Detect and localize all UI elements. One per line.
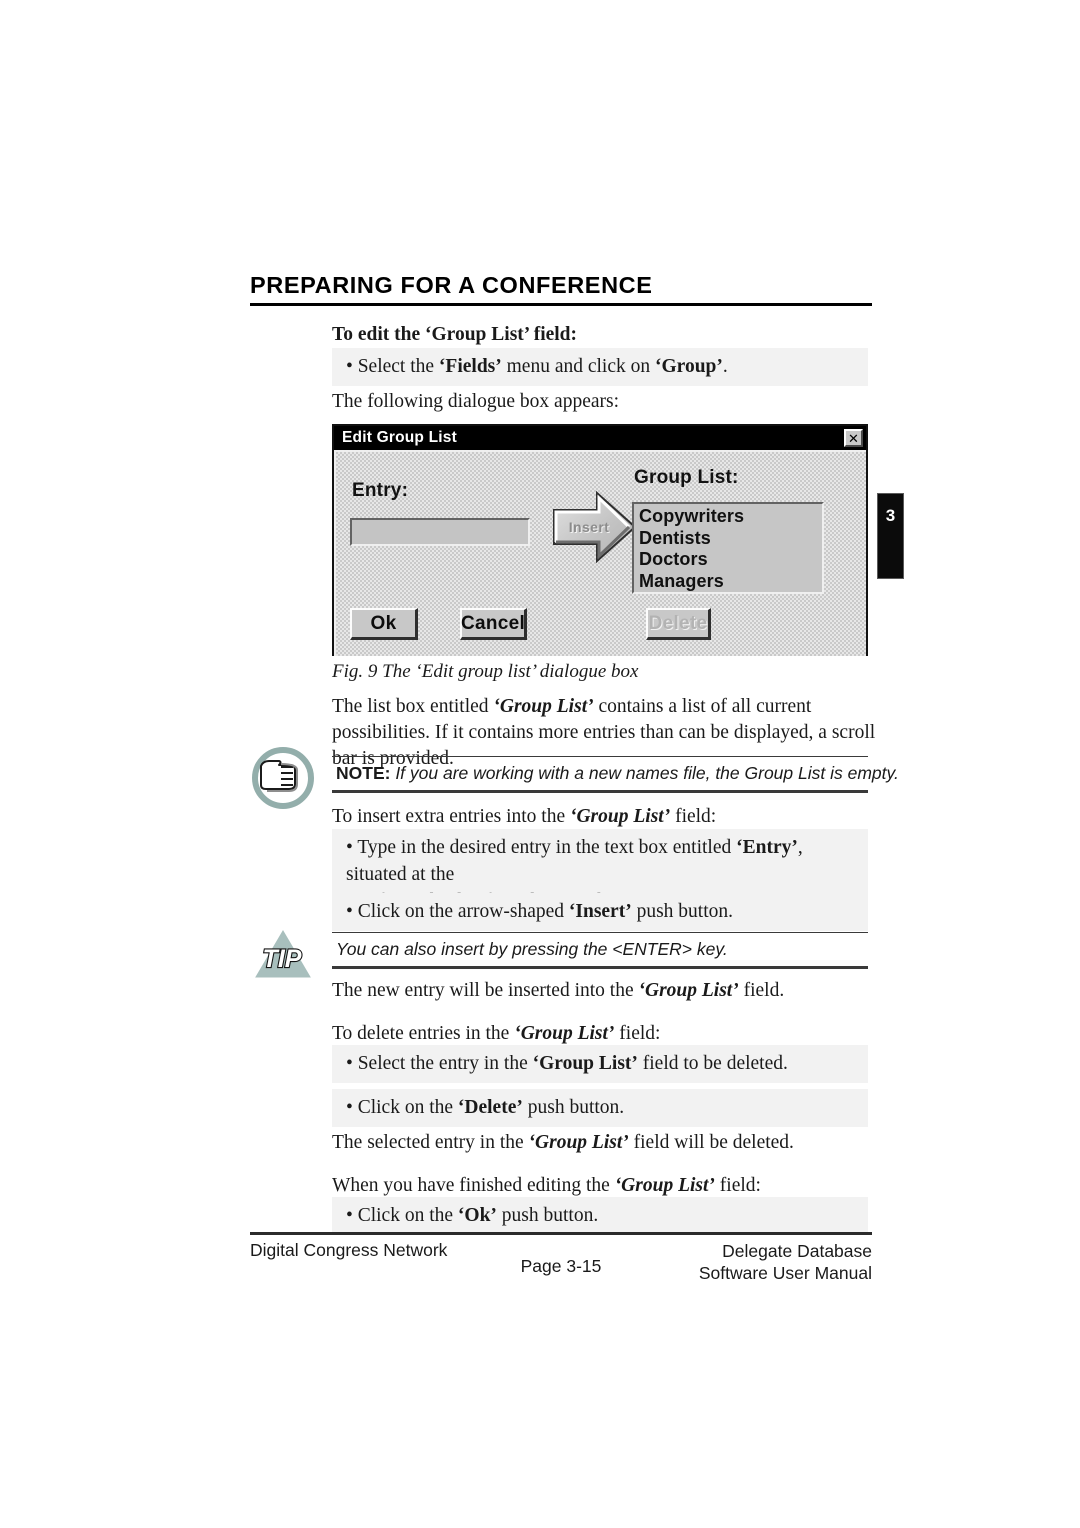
bullet-click-delete-pre: • Click on the [346,1097,458,1118]
entry-label: Entry: [352,480,409,501]
dialog-body: Entry: Insert Group List: Copywriters De… [334,450,866,656]
dialog-titlebar: Edit Group List ✕ [334,426,866,450]
lead-delete-em: ‘Group List’ [514,1023,615,1044]
footer-right: Delegate Database Software User Manual [699,1240,872,1284]
bullet-select-fields: • Select the ‘Fields’ menu and click on … [332,348,868,386]
bullet-click-ok: • Click on the ‘Ok’ push button. [332,1197,868,1235]
tip-triangle-icon: TIP [252,927,314,983]
bullet-click-ok-em: ‘Ok’ [457,1205,497,1226]
delete-button: Delete [646,608,711,640]
lead-insert-post: field: [670,806,717,827]
tip-text: You can also insert by pressing the <ENT… [336,939,728,959]
page-title: PREPARING FOR A CONFERENCE [250,272,653,298]
bullet-select-fields-mid: menu and click on [501,356,655,377]
bullet-select-fields-em2: ‘Group’ [655,356,723,377]
tip-callout: You can also insert by pressing the <ENT… [332,932,868,969]
edit-group-list-dialog: Edit Group List ✕ Entry: Insert Group Li… [332,424,868,656]
bullet-select-fields-post: . [722,356,728,377]
bullet-click-insert-em: ‘Insert’ [568,901,632,922]
new-entry-em: ‘Group List’ [638,980,739,1001]
deleted-post: field will be deleted. [628,1132,794,1153]
listbox-paragraph-pre: The list box entitled [332,696,494,717]
lead-delete-pre: To delete entries in the [332,1023,515,1044]
lead-insert-pre: To insert extra entries into the [332,806,570,827]
list-item[interactable]: Copywriters [639,506,822,528]
note-text: If you are working with a new names file… [390,763,899,783]
insert-button[interactable]: Insert [550,490,638,564]
deleted-pre: The selected entry in the [332,1132,529,1153]
bullet-select-entry: • Select the entry in the ‘Group List’ f… [332,1045,868,1083]
finished-post: field: [714,1175,761,1196]
note-callout: NOTE: If you are working with a new name… [332,756,899,793]
following-dialogue-text: The following dialogue box appears: [332,391,620,412]
footer-right-line2: Software User Manual [698,1263,872,1283]
insert-button-label: Insert [568,519,610,535]
lead-finished-editing: When you have finished editing the ‘Grou… [332,1173,877,1199]
finished-em: ‘Group List’ [614,1175,715,1196]
deleted-em: ‘Group List’ [528,1132,629,1153]
bullet-select-fields-pre: • Select the [346,356,439,377]
chapter-number: 3 [885,506,896,525]
lead-insert-entries: To insert extra entries into the ‘Group … [332,804,877,830]
ok-button[interactable]: Ok [350,608,418,640]
lead-delete-post: field: [614,1023,661,1044]
note-hand-icon [250,745,316,811]
new-entry-post: field. [738,980,785,1001]
listbox-paragraph-em: ‘Group List’ [493,696,594,717]
entry-deleted-text: The selected entry in the ‘Group List’ f… [332,1130,877,1156]
finished-pre: When you have finished editing the [332,1175,615,1196]
close-icon[interactable]: ✕ [844,429,863,447]
note-label: NOTE: [336,763,391,783]
group-list-label: Group List: [634,467,739,488]
entry-input[interactable] [350,518,530,546]
footer-rule [250,1232,872,1235]
bullet-click-delete-post: push button. [522,1097,625,1118]
bullet-select-entry-post: field to be deleted. [637,1053,788,1074]
footer-right-line1: Delegate Database [722,1241,872,1261]
dialog-title: Edit Group List [342,429,457,446]
bullet-click-ok-pre: • Click on the [346,1205,458,1226]
group-list-listbox[interactable]: Copywriters Dentists Doctors Managers [632,502,824,594]
list-item[interactable]: Dentists [639,528,822,550]
bullet-click-delete: • Click on the ‘Delete’ push button. [332,1089,868,1127]
figure-caption: Fig. 9 The ‘Edit group list’ dialogue bo… [332,661,639,682]
bullet-type-pre: • Type in the desired entry in the text … [346,837,737,858]
new-entry-pre: The new entry will be inserted into the [332,980,639,1001]
chapter-thumb-tab: 3 [877,493,904,579]
page-header: PREPARING FOR A CONFERENCE [250,272,872,306]
lead-delete-entries: To delete entries in the ‘Group List’ fi… [332,1021,877,1047]
document-page: PREPARING FOR A CONFERENCE To edit the ‘… [0,0,1080,1528]
header-rule [250,302,872,306]
svg-text:TIP: TIP [263,945,302,973]
bullet-select-fields-em1: ‘Fields’ [438,356,502,377]
lead-edit-group-list: To edit the ‘Group List’ field: [332,324,578,345]
list-item[interactable]: Doctors [639,549,822,571]
bullet-click-insert: • Click on the arrow-shaped ‘Insert’ pus… [332,893,868,931]
page-footer: Digital Congress Network Page 3-15 Deleg… [250,1238,872,1294]
list-item[interactable]: Managers [639,571,822,593]
bullet-type-em: ‘Entry’ [736,837,798,858]
bullet-click-ok-post: push button. [496,1205,599,1226]
bullet-select-entry-pre: • Select the entry in the [346,1053,533,1074]
bullet-select-entry-em: ‘Group List’ [532,1053,638,1074]
new-entry-inserted-text: The new entry will be inserted into the … [332,978,877,1004]
bullet-click-delete-em: ‘Delete’ [457,1097,523,1118]
bullet-click-insert-post: push button. [631,901,734,922]
bullet-click-insert-pre: • Click on the arrow-shaped [346,901,569,922]
lead-insert-em: ‘Group List’ [569,806,671,827]
cancel-button[interactable]: Cancel [460,608,527,640]
